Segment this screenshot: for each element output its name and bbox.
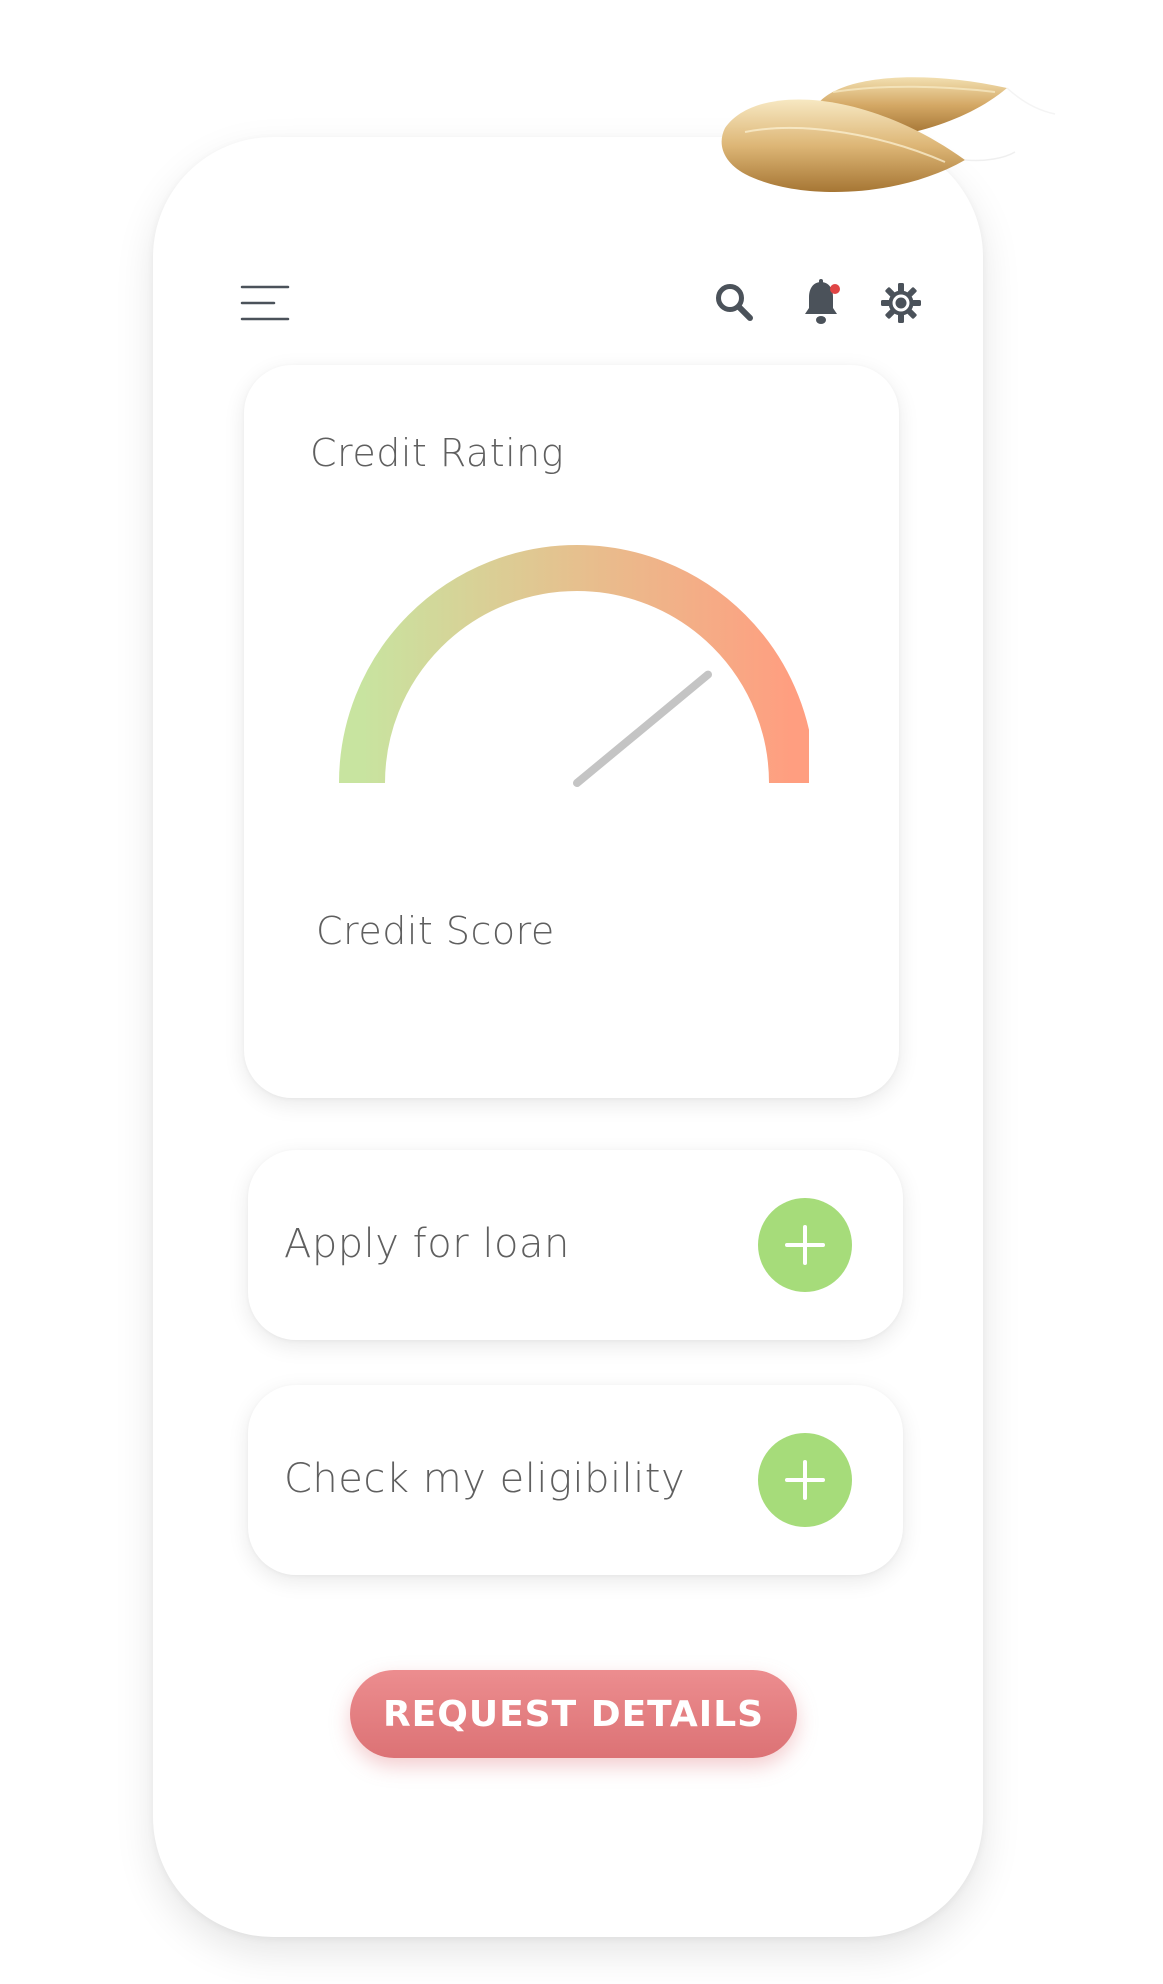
bell-icon[interactable] xyxy=(800,278,844,328)
credit-rating-title: Credit Rating xyxy=(310,431,565,475)
check-eligibility-plus-button[interactable] xyxy=(758,1433,852,1527)
request-details-button[interactable]: REQUEST DETAILS xyxy=(350,1670,797,1758)
apply-loan-card[interactable]: Apply for loan xyxy=(248,1150,903,1340)
check-eligibility-card[interactable]: Check my eligibility xyxy=(248,1385,903,1575)
menu-icon[interactable] xyxy=(240,283,290,323)
credit-gauge xyxy=(339,545,809,787)
gauge-needle xyxy=(573,670,712,787)
gear-icon[interactable] xyxy=(880,282,922,324)
credit-rating-card: Credit Rating Credit Score xyxy=(244,365,899,1098)
gauge-arc xyxy=(339,545,809,784)
notification-dot xyxy=(830,284,840,294)
grain-seeds-illustration xyxy=(721,77,1056,193)
apply-loan-label: Apply for loan xyxy=(284,1221,570,1267)
credit-score-label: Credit Score xyxy=(316,909,555,953)
apply-loan-plus-button[interactable] xyxy=(758,1198,852,1292)
search-icon[interactable] xyxy=(714,282,754,322)
check-eligibility-label: Check my eligibility xyxy=(284,1456,686,1502)
